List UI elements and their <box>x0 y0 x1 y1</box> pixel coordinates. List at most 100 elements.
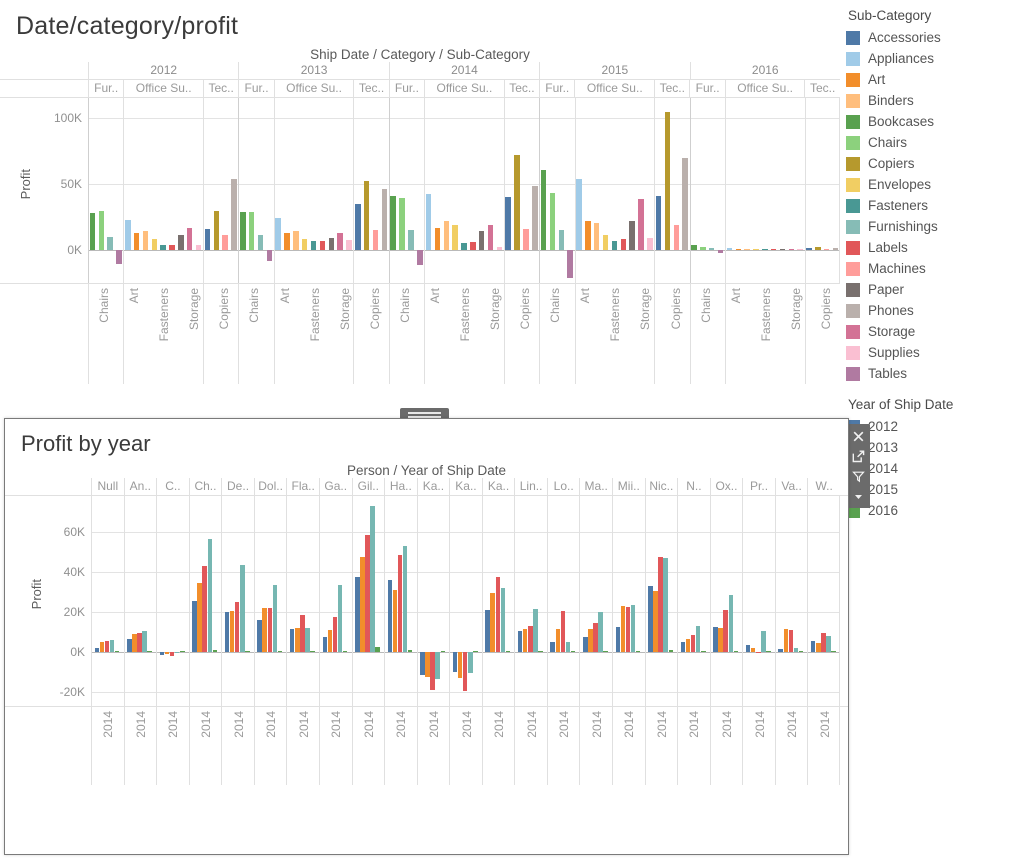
bar[interactable] <box>94 648 100 652</box>
year-legend-item[interactable]: 2015 <box>846 479 1015 500</box>
bar[interactable] <box>457 652 463 678</box>
bar[interactable] <box>435 652 440 679</box>
bar[interactable] <box>620 239 626 250</box>
year-header-cell[interactable]: 2012 <box>88 62 238 79</box>
bar[interactable] <box>461 242 467 250</box>
filter-funnel-icon[interactable] <box>851 470 865 483</box>
bar[interactable] <box>169 652 175 656</box>
bar[interactable] <box>240 565 245 652</box>
year-header-cell[interactable]: 2014 <box>388 62 539 79</box>
bar[interactable] <box>248 211 255 250</box>
bar[interactable] <box>164 652 170 655</box>
legend-item[interactable]: Paper <box>846 279 1015 300</box>
person-header-cell[interactable]: Ch.. <box>188 478 222 495</box>
bar[interactable] <box>638 199 644 250</box>
bar[interactable] <box>658 557 663 652</box>
worksheet-hover-toolbar[interactable] <box>846 424 870 508</box>
person-header-cell[interactable]: Ka.. <box>416 478 450 495</box>
bar[interactable] <box>593 222 600 250</box>
bar[interactable] <box>726 248 733 250</box>
bar[interactable] <box>766 651 771 652</box>
bar[interactable] <box>417 249 423 266</box>
bar[interactable] <box>490 593 495 652</box>
bar[interactable] <box>793 648 799 652</box>
bar[interactable] <box>811 641 816 652</box>
bar[interactable] <box>372 230 379 250</box>
bar[interactable] <box>266 249 273 262</box>
bar[interactable] <box>178 235 184 250</box>
bar[interactable] <box>360 557 365 652</box>
bar[interactable] <box>443 220 450 250</box>
bar[interactable] <box>500 588 506 652</box>
bar[interactable] <box>718 628 723 652</box>
bar[interactable] <box>107 237 113 250</box>
bar[interactable] <box>284 232 290 250</box>
legend-year-of-ship-date[interactable]: Year of Ship Date 2012 2013 2014 2015 2016 <box>846 397 1015 521</box>
person-header-cell[interactable]: Fla.. <box>286 478 319 495</box>
bar[interactable] <box>328 238 335 250</box>
bar[interactable] <box>365 535 370 652</box>
bar[interactable] <box>806 248 812 250</box>
bar[interactable] <box>151 239 158 250</box>
bar[interactable] <box>277 650 283 652</box>
bar[interactable] <box>180 651 185 652</box>
person-header-cell[interactable]: Ha.. <box>384 478 417 495</box>
bar[interactable] <box>235 602 240 652</box>
bar[interactable] <box>514 154 520 250</box>
category-header-cell[interactable]: Tec.. <box>353 80 388 97</box>
bar[interactable] <box>408 229 414 250</box>
bar[interactable] <box>540 170 547 250</box>
legend-item[interactable]: Binders <box>846 90 1015 111</box>
bar[interactable] <box>655 196 662 250</box>
bar[interactable] <box>576 179 582 250</box>
bar[interactable] <box>399 197 405 250</box>
category-header-cell[interactable]: Tec.. <box>804 80 839 97</box>
category-header-cell[interactable]: Office Su.. <box>123 80 203 97</box>
bar[interactable] <box>673 224 680 250</box>
bar[interactable] <box>231 179 237 250</box>
bar[interactable] <box>132 634 137 652</box>
bar[interactable] <box>207 539 212 652</box>
bar[interactable] <box>387 580 393 652</box>
bar[interactable] <box>585 220 591 250</box>
bar[interactable] <box>663 558 668 652</box>
bar[interactable] <box>310 651 315 652</box>
person-header-cell[interactable]: Ma.. <box>579 478 612 495</box>
bar[interactable] <box>567 249 573 278</box>
bar[interactable] <box>425 652 430 677</box>
bar[interactable] <box>779 248 786 250</box>
category-header-cell[interactable]: Tec.. <box>202 80 238 97</box>
bar[interactable] <box>222 235 228 250</box>
category-header-cell[interactable]: Fur.. <box>539 80 574 97</box>
bar[interactable] <box>355 577 360 652</box>
bar[interactable] <box>558 229 565 250</box>
bar[interactable] <box>257 620 262 652</box>
bar[interactable] <box>310 241 317 250</box>
bar[interactable] <box>538 651 543 652</box>
bar[interactable] <box>452 652 458 672</box>
bar[interactable] <box>565 642 571 652</box>
bar[interactable] <box>142 230 149 250</box>
bar[interactable] <box>593 623 598 652</box>
bar[interactable] <box>402 546 408 652</box>
legend-item[interactable]: Appliances <box>846 48 1015 69</box>
bar[interactable] <box>523 629 528 652</box>
bar[interactable] <box>240 212 246 250</box>
bar[interactable] <box>407 650 413 652</box>
bar[interactable] <box>717 249 724 253</box>
bar[interactable] <box>127 639 132 652</box>
bar[interactable] <box>695 626 701 652</box>
legend-item[interactable]: Machines <box>846 258 1015 279</box>
bar[interactable] <box>125 219 131 250</box>
bar[interactable] <box>487 224 494 250</box>
bar[interactable] <box>635 650 641 652</box>
bar[interactable] <box>832 247 839 250</box>
person-header-cell[interactable]: Lo.. <box>546 478 580 495</box>
bar[interactable] <box>735 248 741 250</box>
category-header-cell[interactable]: Office Su.. <box>424 80 504 97</box>
bar[interactable] <box>381 188 388 250</box>
bar[interactable] <box>174 652 180 654</box>
bar[interactable] <box>495 577 500 652</box>
bar[interactable] <box>332 617 338 652</box>
person-header-cell[interactable]: Va.. <box>774 478 808 495</box>
